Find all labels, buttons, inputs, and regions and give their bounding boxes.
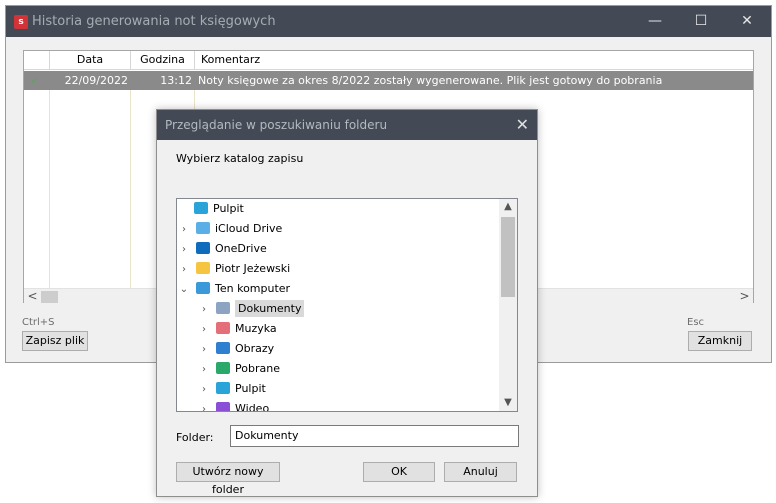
dialog-title-bar[interactable]: Przeglądanie w poszukiwaniu folderu ✕ [157,110,537,140]
chevron-down-icon[interactable]: ⌄ [179,280,189,300]
tree-item-label: Obrazy [235,342,275,355]
downloads-icon [216,362,230,374]
chevron-right-icon[interactable]: › [199,320,209,340]
check-icon: ✓ [30,74,40,87]
video-icon [216,402,230,411]
minimize-button[interactable]: — [632,6,678,37]
chevron-right-icon[interactable]: › [199,380,209,400]
chevron-right-icon[interactable]: › [179,260,189,280]
folder-label: Folder: [176,431,214,444]
computer-icon [196,282,210,294]
chevron-right-icon[interactable]: › [199,360,209,380]
folder-tree[interactable]: Pulpit › iCloud Drive › OneDrive › Piotr Jeżew… [176,198,518,412]
tree-item[interactable]: › OneDrive [177,239,499,259]
header-status [24,51,50,69]
dialog-title: Przeglądanie w poszukiwaniu folderu [165,118,388,132]
tree-item-label: OneDrive [215,242,267,255]
dialog-instruction: Wybierz katalog zapisu [176,152,304,165]
tree-item[interactable]: › Muzyka [177,319,499,339]
tree-item[interactable]: Pulpit [177,199,499,219]
tree-item-label: Pulpit [235,382,266,395]
tree-item[interactable]: › Obrazy [177,339,499,359]
scroll-left-icon[interactable]: < [24,289,41,305]
chevron-right-icon[interactable]: › [199,300,209,320]
tree-item-label: Ten komputer [215,282,291,295]
scroll-up-icon[interactable]: ▲ [499,199,517,215]
title-bar[interactable]: s Historia generowania not księgowych — … [6,6,771,37]
tree-item[interactable]: › Pobrane [177,359,499,379]
tree-item-label: Muzyka [235,322,277,335]
tree-item-label: Dokumenty [235,300,305,317]
new-folder-button[interactable]: Utwórz nowy folder [176,462,280,496]
chevron-right-icon[interactable]: › [179,240,189,260]
cancel-button[interactable]: Anuluj [444,462,517,482]
desktop-icon [194,202,208,214]
header-comment[interactable]: Komentarz [195,51,753,69]
row-date: 22/09/2022 [64,74,128,87]
chevron-right-icon[interactable]: › [199,400,209,411]
scroll-thumb[interactable] [41,291,58,303]
tree-vertical-scrollbar[interactable]: ▲ ▼ [499,199,517,411]
onedrive-icon [196,242,210,254]
tree-item[interactable]: ⌄ Ten komputer [177,279,499,299]
tree-item[interactable]: › Pulpit [177,379,499,399]
folder-input[interactable]: Dokumenty [230,425,519,447]
tree-item-label: Piotr Jeżewski [215,262,291,275]
tree-item[interactable]: › Dokumenty [177,299,499,319]
tree-item-label: Pobrane [235,362,280,375]
music-icon [216,322,230,334]
tree-item[interactable]: › Piotr Jeżewski [177,259,499,279]
maximize-button[interactable]: ☐ [678,6,724,37]
pictures-icon [216,342,230,354]
row-comment: Noty księgowe za okres 8/2022 zostały wy… [198,74,663,87]
close-button[interactable]: ✕ [724,6,770,37]
save-file-button[interactable]: Zapisz plik [22,331,88,351]
user-folder-icon [196,262,210,274]
row-time: 13:12 [160,74,192,87]
chevron-right-icon[interactable]: › [199,340,209,360]
close-window-button[interactable]: Zamknij [688,331,752,351]
scroll-right-icon[interactable]: > [736,289,753,305]
window-title: Historia generowania not księgowych [32,14,276,29]
ok-button[interactable]: OK [363,462,435,482]
column-divider [130,90,131,290]
browse-folder-dialog: Przeglądanie w poszukiwaniu folderu ✕ Wy… [156,109,538,497]
close-shortcut-hint: Esc [687,317,705,328]
tree-item[interactable]: › iCloud Drive [177,219,499,239]
column-divider [49,90,50,290]
tree-item-label: Pulpit [213,202,244,215]
icloud-icon [196,222,210,234]
tree-scroll-thumb[interactable] [501,217,515,297]
dialog-close-icon[interactable]: ✕ [516,115,529,134]
tree-item-label: iCloud Drive [215,222,283,235]
save-shortcut-hint: Ctrl+S [22,317,55,328]
header-date[interactable]: Data [50,51,131,69]
documents-icon [216,302,230,314]
header-divider [24,69,753,70]
scroll-down-icon[interactable]: ▼ [499,395,517,411]
tree-item-label: Wideo [235,402,270,412]
chevron-right-icon[interactable]: › [179,220,189,240]
desktop-icon [216,382,230,394]
tree-item[interactable]: › Wideo [177,399,499,412]
app-icon: s [14,15,28,29]
table-row[interactable]: ✓ 22/09/2022 13:12 Noty księgowe za okre… [24,71,753,90]
header-time[interactable]: Godzina [131,51,195,69]
